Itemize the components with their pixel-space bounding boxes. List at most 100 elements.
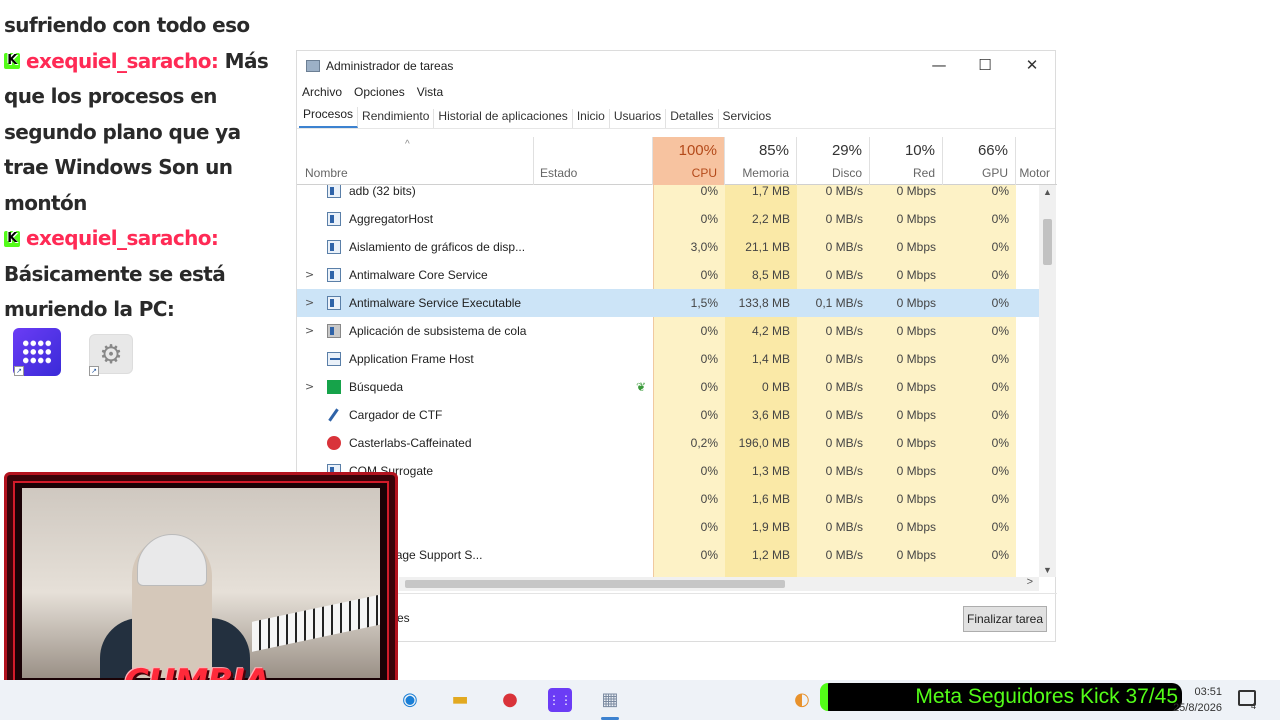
title-bar[interactable]: Administrador de tareas — ☐ ✕ — [297, 51, 1055, 81]
process-net-value: 0 Mbps — [896, 212, 936, 226]
process-cpu-value: 0% — [700, 464, 718, 478]
process-row[interactable]: Cargador de CTF 0% 3,6 MB 0 MB/s 0 Mbps 0% — [297, 401, 1039, 429]
webcam-overlay: CUMBIA — [4, 472, 398, 712]
menu-opciones[interactable]: Opciones — [354, 85, 405, 99]
tab-historial[interactable]: Historial de aplicaciones — [434, 109, 573, 128]
tab-detalles[interactable]: Detalles — [666, 109, 719, 128]
tab-rendimiento[interactable]: Rendimiento — [358, 109, 435, 128]
expand-chevron-icon[interactable]: > — [305, 373, 314, 401]
process-row[interactable]: AggregatorHost 0% 2,2 MB 0 MB/s 0 Mbps 0% — [297, 205, 1039, 233]
column-header-name[interactable]: ^ Nombre — [297, 137, 533, 185]
process-disk-value: 0,1 MB/s — [815, 296, 863, 310]
process-row[interactable]: > Antimalware Core Service 0% 8,5 MB 0 MB/s 0… — [297, 261, 1039, 289]
notification-count: 4 — [1251, 701, 1257, 711]
stream-chat: sufriendo con todo eso K exequiel_sarach… — [4, 8, 294, 328]
task-manager-taskbar-icon[interactable]: ▦ — [598, 688, 622, 712]
sort-up-icon: ^ — [405, 139, 410, 150]
window-title: Administrador de tareas — [326, 59, 454, 73]
process-gpu-value: 0% — [991, 240, 1009, 254]
column-label: Estado — [540, 166, 578, 180]
caffeinated-tray-icon[interactable]: ◐ — [790, 688, 814, 712]
process-name: Application Frame Host — [349, 352, 474, 366]
tab-servicios[interactable]: Servicios — [719, 109, 776, 128]
scroll-down-icon[interactable]: ▼ — [1039, 565, 1056, 575]
process-disk-value: 0 MB/s — [825, 268, 863, 282]
process-cpu-value: 0,2% — [690, 436, 718, 450]
column-header-cpu[interactable]: 100% CPU — [653, 137, 725, 185]
process-cpu-value: 0% — [700, 212, 718, 226]
process-row[interactable]: Application Frame Host 0% 1,4 MB 0 MB/s 0 Mb… — [297, 345, 1039, 373]
column-header-row: ^ Nombre Estado 100% CPU 85% Memoria 29%… — [297, 137, 1057, 185]
shortcut-arrow-icon: ↗ — [89, 366, 99, 376]
process-gpu-value: 0% — [991, 268, 1009, 282]
process-list: adb (32 bits) 0% 1,7 MB 0 MB/s 0 Mbps 0% Aggre… — [297, 185, 1039, 577]
process-row[interactable]: ent Package Support S... 0% 1,2 MB 0 MB/s 0 … — [297, 541, 1039, 569]
apps-grid-icon[interactable]: ⋮⋮ — [548, 688, 572, 712]
process-row[interactable]: adb (32 bits) 0% 1,7 MB 0 MB/s 0 Mbps 0% — [297, 185, 1039, 205]
maximize-button[interactable]: ☐ — [962, 51, 1008, 81]
fewer-details-link[interactable]: es — [397, 611, 410, 625]
process-icon — [327, 240, 341, 254]
chat-username: exequiel_saracho: — [26, 48, 219, 73]
expand-chevron-icon[interactable]: > — [305, 261, 314, 289]
tab-usuarios[interactable]: Usuarios — [610, 109, 667, 128]
process-row[interactable]: Casterlabs-Caffeinated 0,2% 196,0 MB 0 MB/s… — [297, 429, 1039, 457]
process-row[interactable]: > Búsqueda ❦ 0% 0 MB 0 MB/s 0 Mbps 0% — [297, 373, 1039, 401]
column-label: Memoria — [742, 166, 789, 180]
process-gpu-value: 0% — [991, 408, 1009, 422]
process-gpu-value: 0% — [991, 492, 1009, 506]
column-header-memory[interactable]: 85% Memoria — [725, 137, 797, 185]
column-header-disk[interactable]: 29% Disco — [797, 137, 870, 185]
column-header-gpu-engine[interactable]: Motor — [1016, 137, 1057, 185]
process-cpu-value: 0% — [700, 408, 718, 422]
process-disk-value: 0 MB/s — [825, 436, 863, 450]
cpu-total: 100% — [678, 142, 717, 159]
process-row[interactable]: Aislamiento de gráficos de disp... 3,0% 21… — [297, 233, 1039, 261]
column-header-status[interactable]: Estado — [533, 137, 653, 185]
process-mem-value: 1,7 MB — [751, 185, 790, 198]
tab-procesos[interactable]: Procesos — [299, 107, 359, 128]
expand-chevron-icon[interactable]: > — [305, 317, 314, 345]
minimize-button[interactable]: — — [916, 51, 962, 81]
process-cpu-value: 0% — [700, 185, 718, 198]
process-row[interactable]: COM Surrogate 0% 1,3 MB 0 MB/s 0 Mbps 0% — [297, 457, 1039, 485]
obs-icon[interactable]: ● — [498, 688, 522, 712]
scrollbar-thumb[interactable] — [405, 580, 785, 588]
expand-chevron-icon[interactable]: > — [305, 289, 314, 317]
process-row[interactable]: rogate0%1,9 MB0 MB/s0 Mbps0% — [297, 513, 1039, 541]
file-explorer-icon[interactable]: ▬ — [448, 688, 472, 712]
menu-archivo[interactable]: Archivo — [302, 85, 342, 99]
close-button[interactable]: ✕ — [1009, 51, 1055, 81]
tab-inicio[interactable]: Inicio — [573, 109, 610, 128]
follower-goal-banner: Meta Seguidores Kick 37/45 — [820, 683, 1182, 711]
webcam-video — [22, 488, 380, 678]
process-gpu-value: 0% — [991, 185, 1009, 198]
network-total: 10% — [904, 142, 935, 159]
system-clock[interactable]: 03:51 25/8/2026 — [1160, 684, 1222, 716]
efficiency-mode-icon: ❦ — [636, 380, 647, 394]
process-cpu-value: 0% — [700, 352, 718, 366]
process-row[interactable]: > Aplicación de subsistema de cola 0% 4,2 M… — [297, 317, 1039, 345]
process-net-value: 0 Mbps — [896, 520, 936, 534]
scroll-up-icon[interactable]: ▲ — [1039, 187, 1056, 197]
end-task-button[interactable]: Finalizar tarea — [963, 606, 1047, 632]
menu-vista[interactable]: Vista — [417, 85, 443, 99]
process-net-value: 0 Mbps — [896, 548, 936, 562]
process-row[interactable]: rogate0%1,6 MB0 MB/s0 Mbps0% — [297, 485, 1039, 513]
process-disk-value: 0 MB/s — [825, 548, 863, 562]
horizontal-scrollbar[interactable]: > — [399, 576, 1039, 591]
edge-icon[interactable]: ◉ — [398, 688, 422, 712]
scrollbar-thumb[interactable] — [1043, 219, 1052, 265]
column-label: GPU — [981, 166, 1008, 180]
scroll-right-icon[interactable]: > — [1027, 576, 1033, 588]
process-mem-value: 1,6 MB — [751, 492, 790, 506]
process-mem-value: 21,1 MB — [745, 240, 790, 254]
vertical-scrollbar[interactable]: ▲ ▼ — [1039, 185, 1056, 577]
tab-strip: Procesos Rendimiento Historial de aplica… — [297, 103, 1055, 129]
column-header-gpu[interactable]: 66% GPU — [943, 137, 1016, 185]
process-net-value: 0 Mbps — [896, 268, 936, 282]
chat-line: segundo plano que ya — [4, 119, 241, 144]
chat-line: montón — [4, 190, 87, 215]
column-header-network[interactable]: 10% Red — [870, 137, 943, 185]
process-row[interactable]: > Antimalware Service Executable 1,5% 133,8… — [297, 289, 1039, 317]
